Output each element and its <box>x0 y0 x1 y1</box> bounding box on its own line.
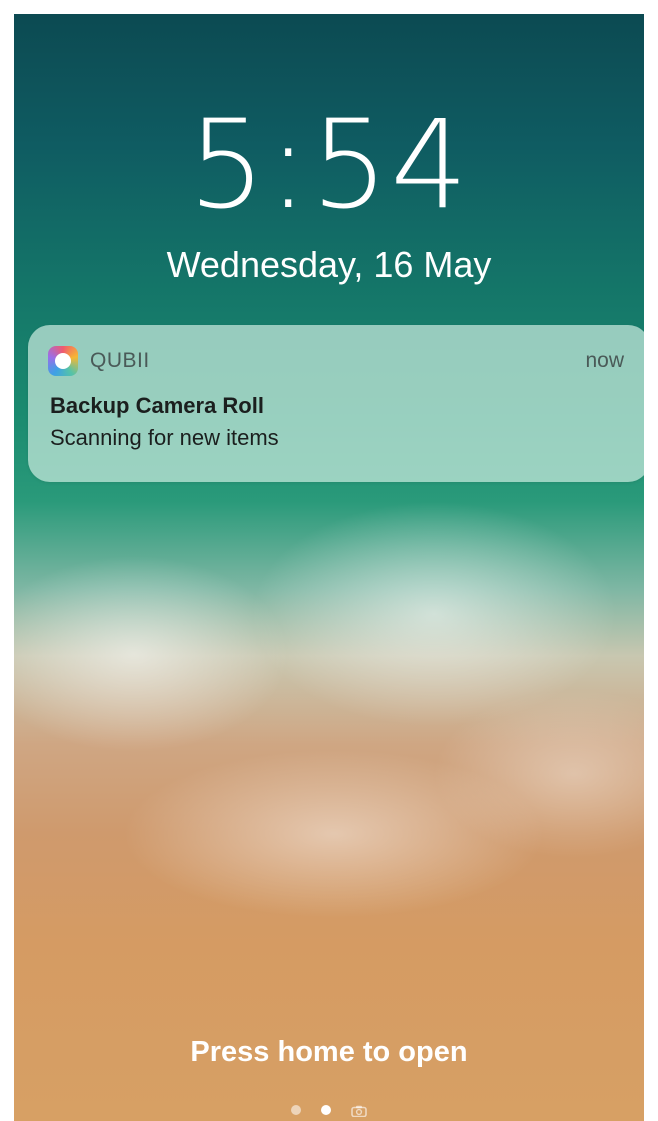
notification-app-name: QUBII <box>90 349 150 372</box>
notification-body: Scanning for new items <box>50 425 279 450</box>
notification-header: QUBII now <box>48 345 624 377</box>
lock-screen-date: Wednesday, 16 May <box>166 244 492 285</box>
notification-title: Backup Camera Roll <box>50 393 264 418</box>
lock-screen-time: 5:54 <box>188 94 470 236</box>
lock-screen: 5:54 Wednesday, 16 May QUBII now Backup … <box>14 14 644 1121</box>
page-indicator <box>14 1102 644 1118</box>
press-home-hint: Press home to open <box>190 1036 468 1068</box>
qubii-app-icon <box>48 346 78 376</box>
page-dot <box>291 1105 301 1115</box>
notification-time: now <box>585 349 624 372</box>
camera-icon <box>351 1104 367 1118</box>
notification-card[interactable]: QUBII now Backup Camera Roll Scanning fo… <box>28 325 644 482</box>
page-dot-active <box>321 1105 331 1115</box>
